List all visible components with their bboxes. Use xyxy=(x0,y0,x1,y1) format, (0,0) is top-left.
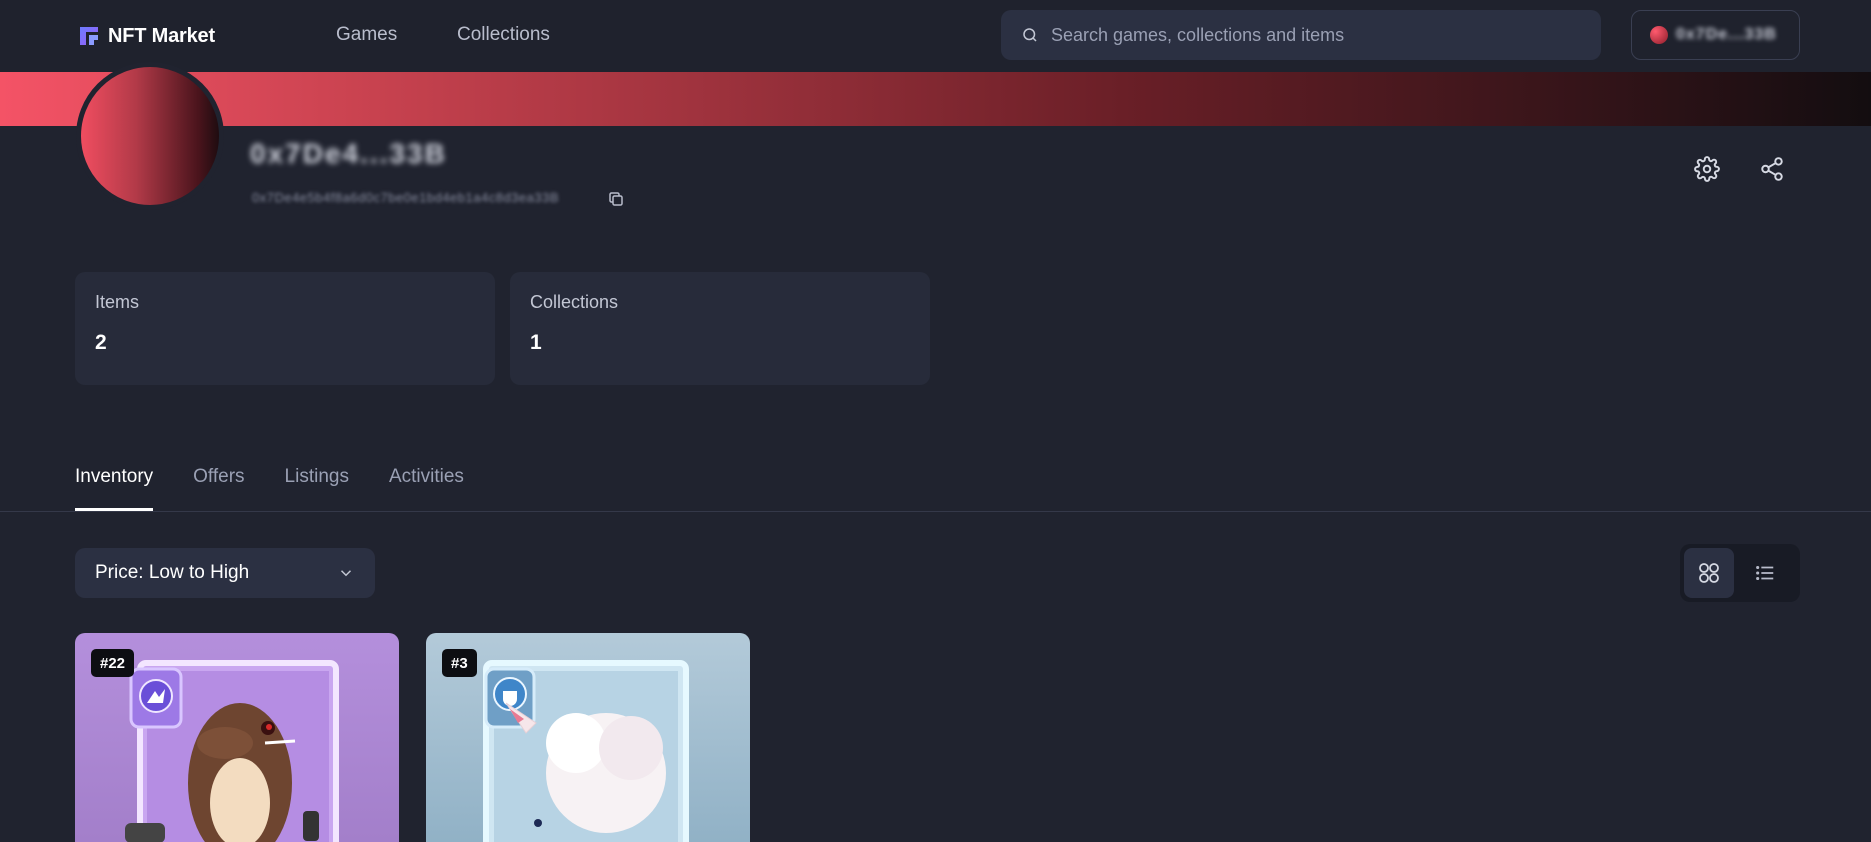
chevron-down-icon xyxy=(340,570,352,577)
tab-listings[interactable]: Listings xyxy=(285,466,349,511)
view-toggle xyxy=(1680,544,1800,602)
item-card[interactable]: #3 xyxy=(426,633,750,842)
tab-activities[interactable]: Activities xyxy=(389,466,464,511)
grid-view-button[interactable] xyxy=(1684,548,1734,598)
grid-icon xyxy=(1699,563,1719,583)
profile-tabs: Inventory Offers Listings Activities xyxy=(75,466,464,511)
stat-value: 1 xyxy=(530,331,542,354)
profile-avatar xyxy=(76,62,224,210)
list-view-button[interactable] xyxy=(1740,548,1790,598)
profile-username: 0x7De4...33B xyxy=(250,138,447,169)
tabs-divider xyxy=(0,511,1871,512)
stat-card-collections: Collections 1 xyxy=(510,272,930,385)
tab-offers[interactable]: Offers xyxy=(193,466,244,511)
wallet-address: 0x7De...33B xyxy=(1676,26,1777,43)
stat-value: 2 xyxy=(95,331,107,354)
logo-text: NFT Market xyxy=(108,24,215,47)
nav-games[interactable]: Games xyxy=(336,24,397,46)
copy-icon[interactable] xyxy=(607,190,625,208)
tab-inventory[interactable]: Inventory xyxy=(75,466,154,511)
item-number-badge: #22 xyxy=(91,649,135,677)
profile-wallet-address: 0x7De4e5b4f8a6d0c7be0e1bd4eb1a4c8d3ea33B xyxy=(252,190,559,205)
stat-card-items: Items 2 xyxy=(75,272,495,385)
wallet-avatar xyxy=(1650,26,1668,44)
sort-selected-value: Price: Low to High xyxy=(95,562,250,583)
stat-label: Collections xyxy=(530,292,619,312)
item-number-badge: #3 xyxy=(442,649,477,677)
nav-collections[interactable]: Collections xyxy=(457,24,550,46)
search-input[interactable] xyxy=(1051,24,1571,46)
top-navigation-bar: NFT Market Games Collections 0x7De...33B xyxy=(0,0,1871,72)
list-icon xyxy=(1756,565,1774,581)
wallet-button[interactable]: 0x7De...33B xyxy=(1631,10,1800,60)
share-icon[interactable] xyxy=(1759,156,1785,182)
settings-gear-icon[interactable] xyxy=(1694,156,1720,182)
logo-icon xyxy=(80,27,98,45)
logo[interactable]: NFT Market xyxy=(78,24,215,48)
profile-banner xyxy=(0,72,1871,126)
search-bar xyxy=(1001,10,1601,60)
stat-label: Items xyxy=(95,292,140,312)
sort-dropdown[interactable]: Price: Low to High xyxy=(75,548,375,598)
item-card[interactable]: #22 xyxy=(75,633,399,842)
search-icon xyxy=(1023,28,1037,42)
